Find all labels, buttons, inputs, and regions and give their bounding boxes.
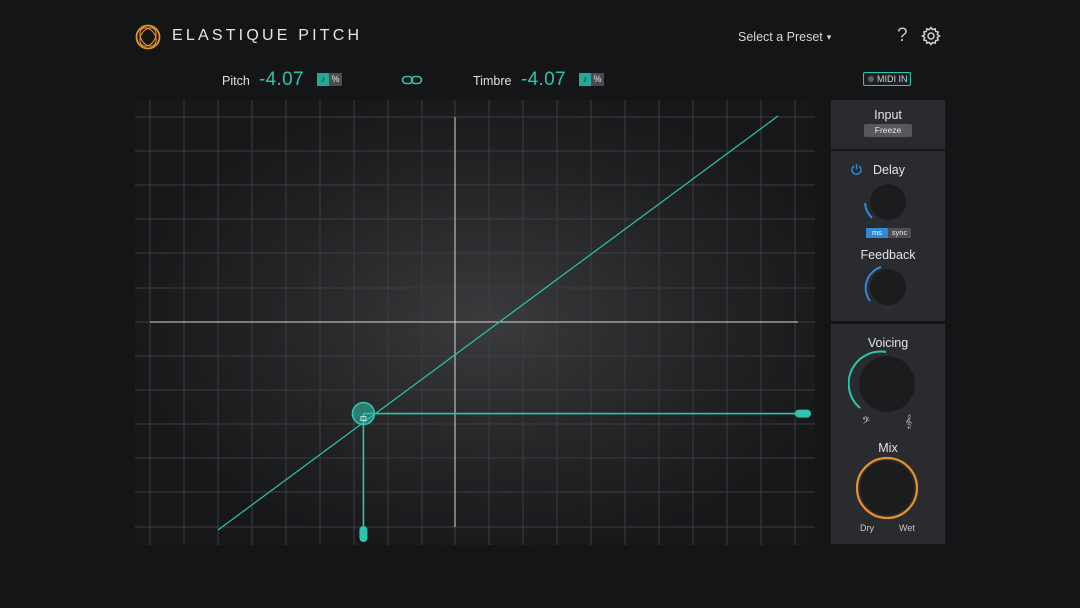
delay-mode-toggle[interactable]: ms sync <box>866 228 911 238</box>
treble-clef-icon: 𝄞 <box>905 414 913 428</box>
pitch-unit-toggle[interactable]: ♪ % <box>317 73 342 86</box>
pitch-timbre-node[interactable] <box>351 401 376 426</box>
ms-option[interactable]: ms <box>866 228 888 238</box>
percent-option[interactable]: % <box>329 73 342 86</box>
midi-label: MIDI IN <box>877 74 908 84</box>
pitch-label: Pitch <box>222 74 250 88</box>
mix-knob[interactable] <box>851 456 923 522</box>
feedback-title: Feedback <box>860 248 916 262</box>
bass-clef-icon: 𝄢 <box>862 415 870 429</box>
timbre-slider-handle[interactable] <box>795 409 811 418</box>
timbre-value[interactable]: -4.07 <box>521 69 566 91</box>
help-button[interactable]: ? <box>897 25 908 47</box>
music-note-icon[interactable]: ♪ <box>579 73 591 86</box>
freeze-button[interactable]: Freeze <box>864 124 912 137</box>
voicing-knob[interactable] <box>848 350 920 414</box>
preset-selector[interactable]: Select a Preset ▾ <box>738 30 831 44</box>
timbre-unit-toggle[interactable]: ♪ % <box>579 73 604 86</box>
gear-icon[interactable] <box>921 26 941 46</box>
voicing-title: Voicing <box>867 336 909 350</box>
input-title: Input <box>874 108 902 122</box>
sync-option[interactable]: sync <box>888 228 911 238</box>
chain-link-icon[interactable] <box>401 73 423 87</box>
chevron-down-icon: ▾ <box>826 32 832 42</box>
midi-in-button[interactable]: MIDI IN <box>863 72 911 86</box>
delay-title: Delay <box>873 163 905 177</box>
power-icon[interactable] <box>850 163 863 176</box>
music-note-icon[interactable]: ♪ <box>317 73 329 86</box>
wet-label: Wet <box>899 523 915 533</box>
feedback-knob[interactable] <box>858 263 912 311</box>
mix-title: Mix <box>878 441 898 455</box>
pitch-timbre-graph[interactable] <box>135 100 815 545</box>
percent-option[interactable]: % <box>591 73 604 86</box>
pitch-value[interactable]: -4.07 <box>259 69 304 91</box>
pitch-slider-handle[interactable] <box>359 526 368 542</box>
delay-knob[interactable] <box>858 180 912 228</box>
preset-label: Select a Preset <box>738 30 823 44</box>
app-title: ELASTIQUE PITCH <box>172 27 363 44</box>
timbre-label: Timbre <box>473 74 512 88</box>
midi-indicator-icon <box>868 76 874 82</box>
dry-label: Dry <box>860 523 874 533</box>
elastique-logo-icon <box>135 24 161 50</box>
